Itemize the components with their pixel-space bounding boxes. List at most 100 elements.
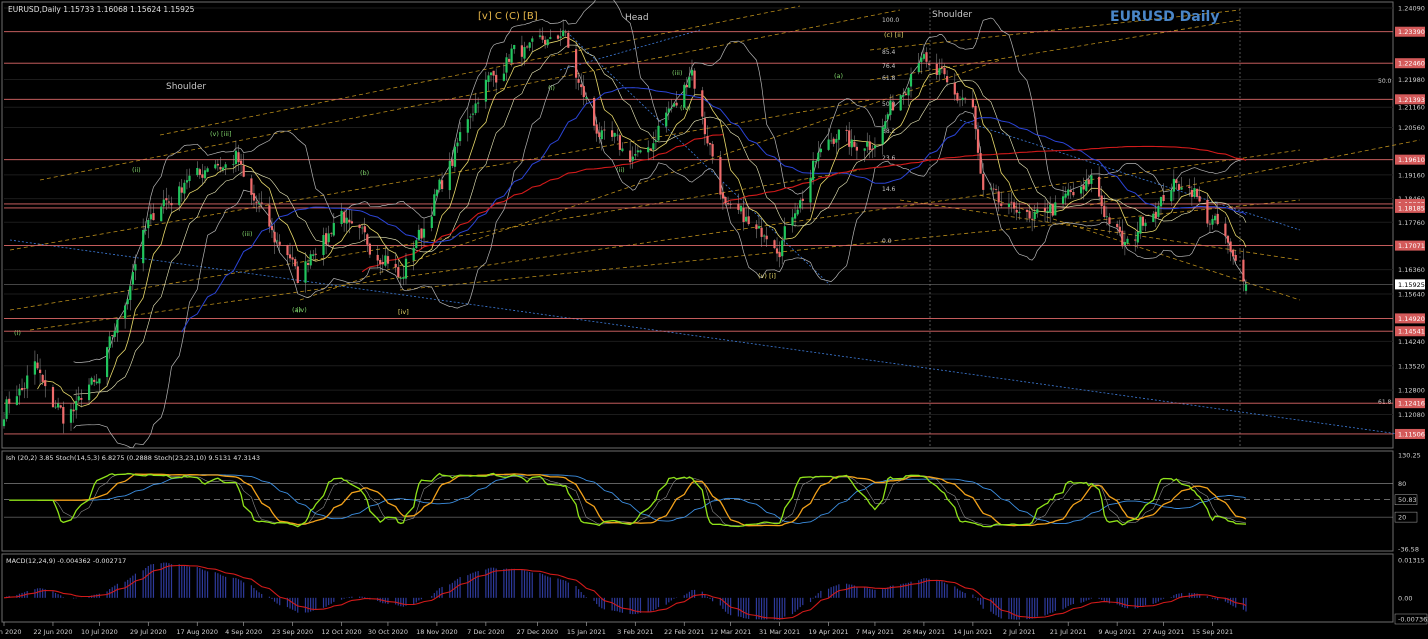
candle-body: [330, 232, 333, 234]
candle-body: [765, 235, 768, 240]
candle-body: [974, 106, 977, 129]
candle-body: [1033, 212, 1036, 220]
macd-axis-label: 0.00: [1398, 594, 1412, 602]
candle-body: [634, 154, 637, 156]
wave-label: (iii): [672, 69, 683, 77]
candle-body: [1051, 204, 1054, 216]
candle-body: [531, 38, 534, 42]
candle-body: [1013, 202, 1016, 209]
candle-body: [1010, 201, 1013, 203]
chart-title: EURUSD Daily: [1110, 9, 1219, 25]
time-axis-label: 27 Aug 2021: [1143, 628, 1185, 636]
candle-body: [1157, 205, 1160, 217]
candle-body: [394, 263, 397, 268]
candle-body: [724, 197, 727, 203]
price-tick-label: 1.20560: [1398, 124, 1425, 132]
candle-body: [631, 156, 634, 161]
candle-body: [721, 192, 724, 199]
candle-body: [180, 187, 183, 193]
candle-body: [629, 150, 632, 163]
candle-body: [1175, 179, 1178, 183]
stoch-axis-label: 20: [1398, 514, 1406, 522]
candle-body: [167, 201, 170, 203]
price-axis: 1.240901.219801.211601.205601.191601.184…: [1395, 5, 1425, 439]
candle-body: [693, 70, 696, 89]
candle-body: [652, 143, 655, 150]
candle-body: [1046, 210, 1049, 213]
wave-label: (v) [i]: [758, 272, 776, 280]
candle-body: [1126, 238, 1129, 244]
candle-body: [520, 45, 523, 57]
symbol-info: EURUSD,Daily 1.15733 1.16068 1.15624 1.1…: [8, 5, 195, 14]
candle-body: [129, 286, 132, 300]
candle-body: [420, 228, 423, 239]
candle-body: [513, 45, 516, 50]
candle-body: [508, 58, 511, 62]
candle-body: [1244, 284, 1248, 291]
candle-body: [598, 132, 601, 138]
wave-label: (b): [360, 169, 369, 177]
candle-body: [422, 228, 426, 238]
time-axis-label: 31 Mar 2021: [759, 628, 800, 636]
time-axis-label: 12 Oct 2020: [321, 628, 361, 636]
candle-body: [36, 362, 39, 369]
trading-chart[interactable]: 100.085.476.461.850.038.223.614.60.050.0…: [0, 0, 1428, 639]
time-axis-label: 2 Jul 2021: [1003, 628, 1036, 636]
candle-body: [8, 398, 11, 404]
candle-body: [51, 387, 55, 408]
candle-body: [23, 388, 26, 390]
candle-body: [214, 164, 217, 169]
candle-body: [234, 150, 237, 164]
candle-body: [188, 175, 191, 181]
price-tick-label: 1.24090: [1398, 5, 1425, 13]
candle-body: [33, 361, 36, 375]
time-axis-label: 19 Apr 2021: [808, 628, 848, 636]
time-axis: 3 Jun 2020 22 Jun 2020 10 Jul 2020 29 Jul 2…: [0, 622, 1233, 636]
candle-body: [1216, 213, 1219, 225]
candle-body: [1139, 216, 1142, 234]
candle-body: [672, 103, 676, 107]
time-axis-label: 7 Dec 2020: [467, 628, 504, 636]
candle-body: [904, 93, 907, 96]
candle-body: [814, 161, 817, 163]
candle-body: [871, 148, 874, 151]
candle-body: [995, 189, 998, 190]
candle-body: [142, 230, 145, 264]
time-axis-label: 23 Sep 2020: [272, 628, 313, 636]
candle-body: [577, 79, 580, 83]
candle-body: [922, 54, 925, 59]
time-axis-label: 22 Feb 2021: [664, 628, 704, 636]
candle-body: [639, 150, 642, 153]
candle-body: [760, 227, 763, 237]
candle-body: [62, 407, 65, 424]
candle-body: [276, 240, 279, 242]
candle-body: [242, 165, 245, 177]
candle-body: [647, 147, 650, 153]
wave-label: (ii): [616, 166, 625, 174]
time-axis-label: 15 Jan 2021: [567, 628, 606, 636]
candle-body: [961, 97, 964, 101]
candle-body: [745, 216, 748, 222]
candle-body: [459, 132, 462, 142]
candle-body: [989, 188, 992, 190]
candle-body: [773, 240, 776, 249]
candle-body: [791, 217, 794, 226]
candle-body: [90, 378, 93, 385]
candle-body: [935, 63, 938, 75]
candle-body: [881, 127, 884, 145]
level-price-label: 1.18185: [1398, 204, 1425, 212]
candle-body: [953, 82, 956, 95]
level-price-label: 1.12416: [1398, 400, 1425, 408]
candle-body: [1154, 211, 1157, 219]
level-price-label: 1.17071: [1398, 242, 1425, 250]
candle-body: [258, 202, 261, 205]
candle-body: [278, 241, 281, 245]
candle-body: [737, 203, 740, 210]
candle-body: [727, 203, 730, 205]
candle-body: [703, 118, 706, 135]
candle-body: [325, 233, 328, 245]
candle-body: [441, 180, 444, 189]
time-axis-label: 10 Jul 2020: [81, 628, 118, 636]
candle-body: [541, 35, 544, 40]
candle-body: [384, 255, 387, 266]
